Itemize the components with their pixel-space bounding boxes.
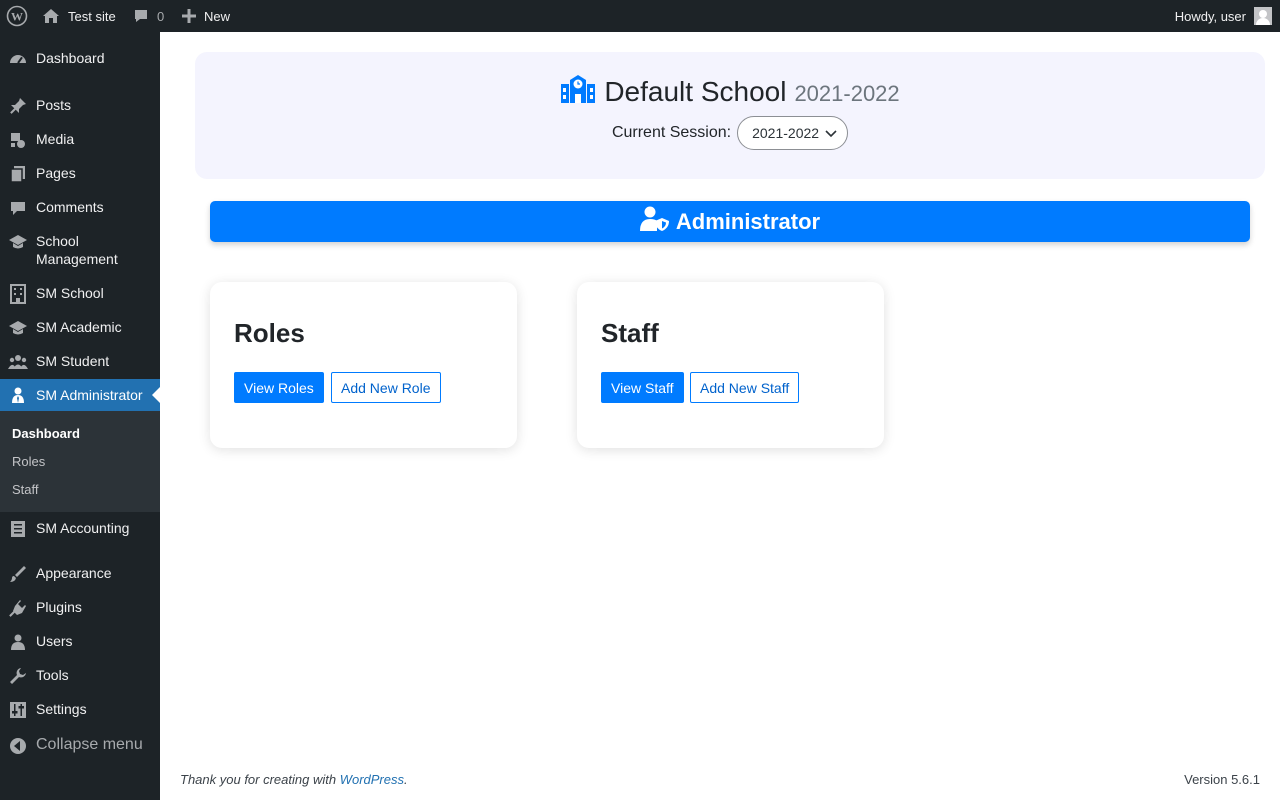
submenu-item-roles[interactable]: Roles: [12, 454, 45, 469]
user-shield-icon: [639, 206, 670, 238]
plug-icon: [8, 598, 28, 618]
users-icon: [8, 352, 28, 372]
menu-label: Plugins: [36, 599, 82, 615]
user-icon: [8, 632, 28, 652]
menu-item-sm-accounting[interactable]: SM Accounting: [0, 519, 160, 543]
admin-user-icon: [8, 385, 28, 405]
menu-label: Tools: [36, 667, 69, 683]
pin-icon: [8, 96, 28, 116]
new-label: New: [204, 8, 231, 24]
howdy-label: Howdy, user: [1174, 8, 1246, 24]
menu-item-posts[interactable]: Posts: [0, 96, 160, 120]
comments-link[interactable]: 0: [133, 0, 164, 32]
home-icon: [42, 7, 60, 25]
wordpress-logo-icon[interactable]: W: [6, 0, 28, 32]
site-name-label: Test site: [68, 8, 116, 24]
menu-label: Dashboard: [36, 50, 105, 66]
menu-label: SM Accounting: [36, 520, 130, 536]
menu-item-pages[interactable]: Pages: [0, 164, 160, 188]
school-header: Default School 2021-2022 Current Session…: [195, 52, 1265, 179]
banner-title: Administrator: [675, 208, 821, 234]
ledger-icon: [8, 519, 28, 539]
graduation-cap-icon: [8, 318, 28, 338]
menu-label: Posts: [36, 97, 72, 113]
menu-item-sm-administrator[interactable]: SM Administrator: [0, 379, 160, 411]
comment-icon: [8, 198, 28, 218]
dashboard-icon: [8, 49, 28, 69]
card-title: Staff: [601, 318, 659, 348]
footer-version: Version 5.6.1: [1184, 772, 1260, 787]
site-name-link[interactable]: Test site: [42, 0, 116, 32]
menu-item-users[interactable]: Users: [0, 632, 160, 656]
new-content-link[interactable]: New: [182, 0, 230, 32]
school-session-label: 2021-2022: [794, 80, 900, 106]
collapse-menu-button[interactable]: Collapse menu: [0, 736, 160, 760]
session-select[interactable]: 2021-2022: [737, 116, 849, 150]
media-icon: [8, 130, 28, 150]
collapse-menu-label: Collapse menu: [36, 736, 143, 753]
session-select-value: 2021-2022: [752, 125, 820, 141]
administrator-banner: Administrator: [210, 201, 1250, 242]
menu-item-sm-academic[interactable]: SM Academic: [0, 318, 160, 342]
school-icon: [560, 74, 596, 109]
avatar: [1254, 7, 1272, 25]
footer-thanks-prefix: Thank you for creating with: [180, 772, 337, 787]
menu-item-school-management[interactable]: School Management: [0, 232, 160, 272]
wrench-icon: [8, 666, 28, 686]
menu-item-plugins[interactable]: Plugins: [0, 598, 160, 622]
wordpress-link[interactable]: WordPress: [340, 772, 404, 787]
account-menu[interactable]: Howdy, user: [1175, 0, 1272, 32]
menu-item-sm-student[interactable]: SM Student: [0, 352, 160, 376]
card-title: Roles: [234, 318, 305, 348]
admin-sidebar: Dashboard Posts Media Pages Comments Sch…: [0, 32, 160, 800]
menu-item-settings[interactable]: Settings: [0, 700, 160, 724]
add-new-staff-button[interactable]: Add New Staff: [690, 372, 800, 403]
menu-item-appearance[interactable]: Appearance: [0, 564, 160, 588]
add-new-role-button[interactable]: Add New Role: [331, 372, 441, 403]
comment-count: 0: [157, 8, 165, 24]
menu-label: SM Academic: [36, 319, 122, 335]
view-staff-button[interactable]: View Staff: [601, 372, 684, 403]
submenu-item-dashboard[interactable]: Dashboard: [12, 426, 80, 441]
main-content: Default School 2021-2022 Current Session…: [160, 32, 1280, 800]
brush-icon: [8, 564, 28, 584]
svg-text:W: W: [11, 10, 23, 24]
plus-icon: [182, 9, 196, 23]
school-name: Default School: [604, 75, 787, 107]
view-roles-button[interactable]: View Roles: [234, 372, 324, 403]
menu-item-sm-school[interactable]: SM School: [0, 284, 160, 308]
page-title: Default School 2021-2022: [195, 74, 1265, 109]
sliders-icon: [8, 700, 28, 720]
menu-item-media[interactable]: Media: [0, 130, 160, 154]
menu-item-tools[interactable]: Tools: [0, 666, 160, 690]
menu-label: Pages: [36, 165, 76, 181]
menu-label: SM School: [36, 285, 104, 301]
graduation-cap-icon: [8, 232, 28, 252]
menu-item-dashboard[interactable]: Dashboard: [0, 49, 160, 73]
menu-label: SM Administrator: [36, 387, 143, 403]
menu-label: SM Student: [36, 353, 110, 369]
menu-label: Appearance: [36, 565, 112, 581]
menu-label: Settings: [36, 701, 87, 717]
collapse-arrow-icon: [8, 736, 28, 756]
submenu-sm-administrator: Dashboard Roles Staff: [0, 411, 160, 512]
current-session-label: Current Session:: [611, 124, 732, 141]
menu-label: Media: [36, 131, 75, 147]
menu-item-comments[interactable]: Comments: [0, 198, 160, 222]
chevron-down-icon: [825, 125, 837, 141]
roles-card: Roles View Roles Add New Role: [210, 282, 517, 448]
menu-label: Comments: [36, 199, 104, 215]
menu-label: Users: [36, 633, 73, 649]
footer-thanks-suffix: .: [404, 772, 408, 787]
admin-bar: W Test site 0 New Howdy, user: [0, 0, 1280, 32]
submenu-item-staff[interactable]: Staff: [12, 482, 39, 497]
staff-card: Staff View Staff Add New Staff: [577, 282, 884, 448]
building-icon: [8, 284, 28, 304]
comment-icon: [133, 8, 149, 24]
current-session-row: Current Session: 2021-2022: [195, 116, 1265, 150]
menu-label: School Management: [36, 233, 118, 267]
footer-thanks: Thank you for creating with WordPress.: [180, 772, 408, 787]
pages-icon: [8, 164, 28, 184]
